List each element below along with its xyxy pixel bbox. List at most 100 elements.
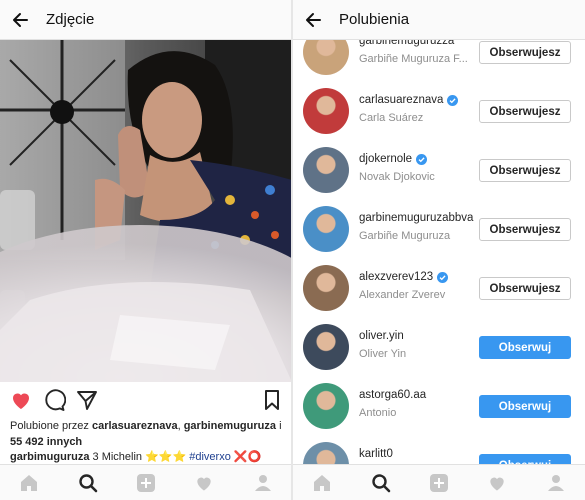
username-text: garbinemuguruzza — [359, 40, 455, 47]
liker-fullname: Garbiñe Muguruza F... — [359, 53, 468, 65]
photo-screen: Zdjęcie Polubione przez carlasuareznava,… — [0, 0, 292, 500]
username-text: garbinemuguruzabbva — [359, 212, 474, 224]
save-button[interactable] — [260, 388, 284, 412]
liker-link[interactable]: garbinemuguruza — [184, 420, 276, 432]
liker-row[interactable]: djokernole Novak Djokovic Obserwujesz — [293, 140, 585, 199]
likers-list[interactable]: garbinemuguruzza Garbiñe Muguruza F... Obs… — [293, 40, 585, 464]
liker-fullname: Antonio — [359, 407, 397, 419]
profile-icon — [254, 474, 271, 491]
back-arrow-icon — [306, 12, 321, 27]
verified-badge-icon — [416, 153, 428, 165]
liker-fullname: Carla Suárez — [359, 112, 424, 124]
username-text: astorga60.aa — [359, 389, 427, 401]
activity-heart-icon — [490, 477, 505, 490]
add-post-icon — [429, 473, 448, 492]
liker-username[interactable]: karlitt0 — [359, 448, 393, 460]
nav-home[interactable] — [302, 466, 342, 500]
following-button[interactable]: Obserwujesz — [479, 100, 571, 123]
avatar[interactable] — [303, 88, 349, 134]
comment-icon — [45, 389, 67, 411]
caption-emoji: ❌⭕ — [233, 451, 262, 463]
avatar[interactable] — [303, 265, 349, 311]
liker-username[interactable]: alexzverev123 — [359, 271, 449, 283]
following-button[interactable]: Obserwujesz — [479, 41, 571, 64]
username-text: alexzverev123 — [359, 271, 434, 283]
nav-profile[interactable] — [536, 466, 576, 500]
liker-row[interactable]: alexzverev123 Alexander Zverev Obserwujesz — [293, 258, 585, 317]
nav-home[interactable] — [9, 466, 49, 500]
add-post-icon — [136, 473, 155, 492]
avatar[interactable] — [303, 206, 349, 252]
liker-fullname: Oliver Yin — [359, 348, 407, 360]
nav-add[interactable] — [126, 466, 166, 500]
top-bar: Zdjęcie — [0, 0, 292, 40]
likes-count-link[interactable]: 55 492 innych — [10, 436, 82, 448]
username-text: carlasuareznava — [359, 94, 444, 106]
nav-add[interactable] — [419, 466, 459, 500]
likes-conjunction: i — [279, 420, 282, 432]
liker-username[interactable]: carlasuareznava — [359, 94, 459, 106]
bookmark-icon — [265, 390, 279, 410]
avatar[interactable] — [303, 147, 349, 193]
home-icon — [21, 474, 38, 491]
nav-activity[interactable] — [477, 466, 517, 500]
bottom-nav — [0, 464, 292, 500]
liker-fullname: Garbiñe Muguruza — [359, 230, 451, 242]
caption-author[interactable]: garbimuguruza — [10, 451, 89, 463]
liker-username[interactable]: garbinemuguruzabbva — [359, 212, 473, 224]
profile-icon — [547, 474, 564, 491]
nav-activity[interactable] — [184, 466, 224, 500]
liker-link[interactable]: carlasuareznava — [92, 420, 178, 432]
liker-username[interactable]: djokernole — [359, 153, 428, 165]
username-text: oliver.yin — [359, 330, 404, 342]
avatar[interactable] — [303, 40, 349, 75]
follow-button[interactable]: Obserwuj — [479, 454, 571, 464]
username-text: karlitt0 — [359, 448, 393, 460]
likes-summary: Polubione przez carlasuareznava, garbine… — [10, 418, 290, 450]
liker-row[interactable]: garbinemuguruzza Garbiñe Muguruza F... Obs… — [293, 40, 585, 81]
following-button[interactable]: Obserwujesz — [479, 277, 571, 300]
like-button[interactable] — [9, 388, 33, 412]
nav-profile[interactable] — [243, 466, 283, 500]
liker-row[interactable]: astorga60.aa Antonio Obserwuj — [293, 376, 585, 435]
avatar[interactable] — [303, 324, 349, 370]
following-button[interactable]: Obserwujesz — [479, 159, 571, 182]
following-button[interactable]: Obserwujesz — [479, 218, 571, 241]
avatar[interactable] — [303, 383, 349, 429]
liker-username[interactable]: astorga60.aa — [359, 389, 426, 401]
page-title: Zdjęcie — [46, 11, 95, 28]
liker-row[interactable]: carlasuareznava Carla Suárez Obserwujesz — [293, 81, 585, 140]
liker-row[interactable]: garbinemuguruzabbva Garbiñe Muguruza Obser… — [293, 199, 585, 258]
likes-separator: , — [177, 420, 181, 432]
liker-fullname: Alexander Zverev — [359, 289, 446, 301]
liker-row[interactable]: oliver.yin Oliver Yin Obserwuj — [293, 317, 585, 376]
search-icon — [78, 473, 97, 492]
verified-badge-icon — [437, 271, 449, 283]
back-arrow-icon — [13, 12, 28, 27]
send-icon — [77, 391, 97, 410]
liker-row[interactable]: karlitt0 Obserwuj — [293, 435, 585, 464]
likes-screen: Polubienia garbinemuguruzza Garbiñe Mugur… — [293, 0, 585, 500]
page-title: Polubienia — [339, 11, 410, 28]
liker-username[interactable]: oliver.yin — [359, 330, 404, 342]
avatar[interactable] — [303, 442, 349, 464]
liker-fullname: Novak Djokovic — [359, 171, 435, 183]
back-button[interactable] — [293, 0, 333, 40]
caption-hashtag[interactable]: #diverxo — [189, 451, 231, 463]
back-button[interactable] — [0, 0, 40, 40]
follow-button[interactable]: Obserwuj — [479, 395, 571, 418]
nav-search[interactable] — [68, 466, 108, 500]
post-actions — [0, 384, 292, 416]
share-button[interactable] — [75, 388, 99, 412]
verified-badge-icon — [447, 94, 459, 106]
comment-button[interactable] — [42, 388, 67, 412]
nav-search[interactable] — [361, 466, 401, 500]
home-icon — [314, 474, 331, 491]
top-bar: Polubienia — [293, 0, 585, 40]
post-photo[interactable] — [0, 40, 292, 382]
username-text: djokernole — [359, 153, 413, 165]
likes-prefix: Polubione przez — [10, 420, 89, 432]
follow-button[interactable]: Obserwuj — [479, 336, 571, 359]
caption-text: 3 Michelin ⭐⭐⭐ — [92, 451, 187, 463]
liker-username[interactable]: garbinemuguruzza — [359, 40, 454, 47]
